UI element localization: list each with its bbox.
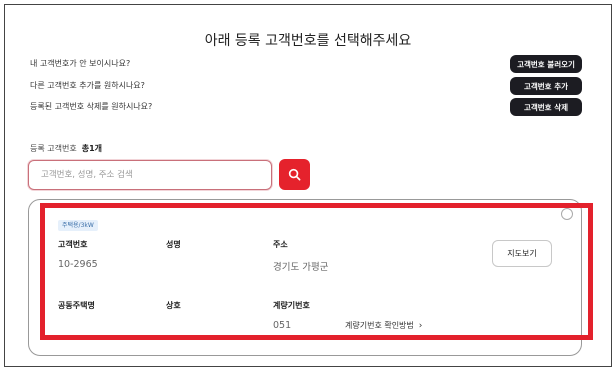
registered-count: 총1개 bbox=[81, 144, 102, 153]
delete-customer-no-button[interactable]: 고객번호 삭제 bbox=[510, 98, 582, 116]
registered-count-label: 등록 고객번호 총1개 bbox=[30, 143, 102, 154]
selection-highlight bbox=[40, 203, 593, 340]
registered-label: 등록 고객번호 bbox=[30, 144, 77, 153]
load-customer-no-button[interactable]: 고객번호 불러오기 bbox=[510, 55, 582, 73]
question-missing-customer-no: 내 고객번호가 안 보이시나요? bbox=[30, 59, 131, 68]
page-title: 아래 등록 고객번호를 선택해주세요 bbox=[204, 33, 412, 49]
question-delete-customer-no: 등록된 고객번호 삭제를 원하시나요? bbox=[30, 102, 153, 111]
question-add-customer-no: 다른 고객번호 추가를 원하시나요? bbox=[30, 81, 145, 90]
search-button[interactable] bbox=[279, 159, 310, 190]
add-customer-no-button[interactable]: 고객번호 추가 bbox=[510, 77, 582, 95]
search-input[interactable] bbox=[28, 160, 272, 190]
search-icon bbox=[288, 168, 301, 181]
